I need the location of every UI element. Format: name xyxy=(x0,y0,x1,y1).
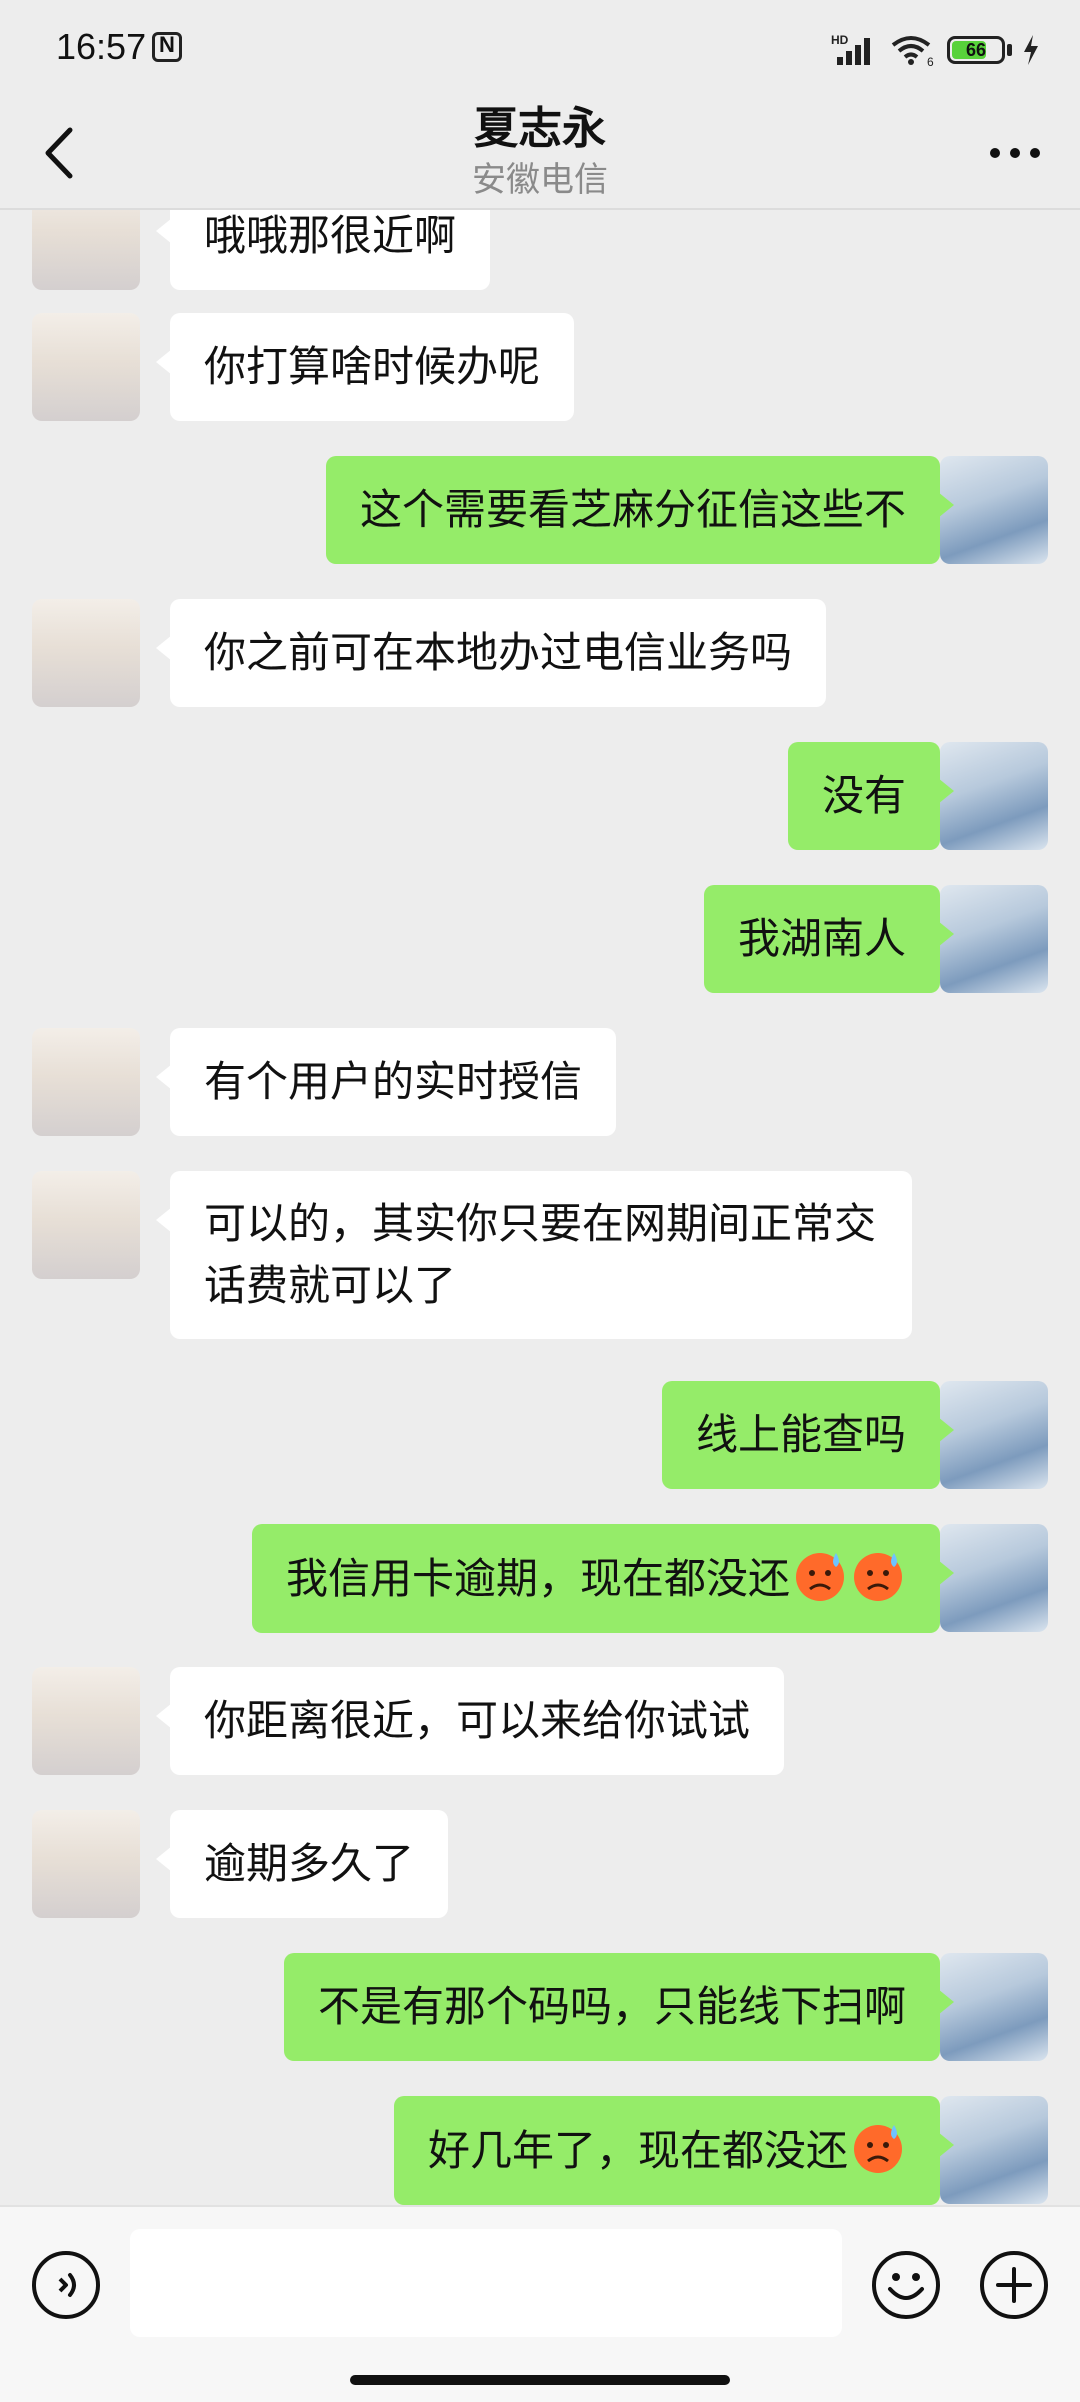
message-bubble-incoming[interactable]: 你之前可在本地办过电信业务吗 xyxy=(155,599,827,707)
chat-header: 夏志永 安徽电信 xyxy=(0,80,1080,210)
message-bubble-incoming[interactable]: 有个用户的实时授信 xyxy=(155,1028,617,1136)
nfc-icon xyxy=(152,32,182,62)
input-bar xyxy=(0,2205,1080,2402)
message-input[interactable] xyxy=(130,2229,842,2337)
message-bubble-outgoing[interactable]: 我信用卡逾期，现在都没还 xyxy=(251,1524,955,1633)
battery-level: 66 xyxy=(965,40,987,60)
message-bubble-incoming[interactable]: 你打算啥时候办呢 xyxy=(155,313,575,421)
user-avatar[interactable] xyxy=(940,885,1048,993)
message-bubble-outgoing[interactable]: 不是有那个码吗，只能线下扫啊 xyxy=(283,1953,955,2061)
chat-title: 夏志永 xyxy=(474,103,606,154)
message-text: 好几年了，现在都没还 xyxy=(427,2126,848,2175)
message-bubble-outgoing[interactable]: 好几年了，现在都没还 xyxy=(393,2096,955,2205)
cellular-signal-icon: HD xyxy=(831,33,870,65)
contact-avatar[interactable] xyxy=(32,1171,140,1279)
wifi-icon: 6 xyxy=(891,36,934,67)
cold-sweat-emoji-icon xyxy=(854,2125,902,2173)
contact-avatar[interactable] xyxy=(32,1028,140,1136)
home-indicator[interactable] xyxy=(350,2375,730,2385)
message-bubble-outgoing[interactable]: 我湖南人 xyxy=(703,885,955,993)
wifi-label: 6 xyxy=(927,55,934,67)
status-icons: HD 6 66 xyxy=(831,30,1040,70)
emoji-button[interactable] xyxy=(870,2249,942,2321)
contact-avatar[interactable] xyxy=(32,210,140,290)
message-list[interactable]: 哦哦那很近啊 你打算啥时候办呢 这个需要看芝麻分征信这些不 你之前可在本地办过电… xyxy=(0,210,1080,2205)
message-bubble-outgoing[interactable]: 这个需要看芝麻分征信这些不 xyxy=(325,456,955,564)
user-avatar[interactable] xyxy=(940,1381,1048,1489)
message-bubble-incoming[interactable]: 你距离很近，可以来给你试试 xyxy=(155,1667,785,1775)
user-avatar[interactable] xyxy=(940,1953,1048,2061)
cold-sweat-emoji-icon xyxy=(796,1553,844,1601)
network-label: HD xyxy=(831,33,849,47)
cold-sweat-emoji-icon xyxy=(854,1553,902,1601)
message-text: 我信用卡逾期，现在都没还 xyxy=(285,1554,790,1603)
contact-avatar[interactable] xyxy=(32,313,140,421)
contact-avatar[interactable] xyxy=(32,1810,140,1918)
user-avatar[interactable] xyxy=(940,2096,1048,2204)
message-bubble-incoming[interactable]: 逾期多久了 xyxy=(155,1810,449,1918)
contact-avatar[interactable] xyxy=(32,599,140,707)
user-avatar[interactable] xyxy=(940,742,1048,850)
message-bubble-outgoing[interactable]: 没有 xyxy=(787,742,955,850)
user-avatar[interactable] xyxy=(940,456,1048,564)
message-bubble-incoming[interactable]: 可以的，其实你只要在网期间正常交话费就可以了 xyxy=(156,1171,912,1339)
chat-subtitle: 安徽电信 xyxy=(472,160,608,200)
voice-button[interactable] xyxy=(30,2249,102,2321)
battery-icon: 66 xyxy=(947,36,1005,64)
message-bubble-incoming[interactable]: 哦哦那很近啊 xyxy=(155,210,491,290)
user-avatar[interactable] xyxy=(940,1524,1048,1632)
more-button[interactable] xyxy=(980,128,1050,178)
charging-icon xyxy=(1024,35,1038,65)
contact-avatar[interactable] xyxy=(32,1667,140,1775)
status-time: 16:57 xyxy=(56,26,147,67)
message-bubble-outgoing[interactable]: 线上能查吗 xyxy=(661,1381,955,1489)
plus-button[interactable] xyxy=(978,2249,1050,2321)
